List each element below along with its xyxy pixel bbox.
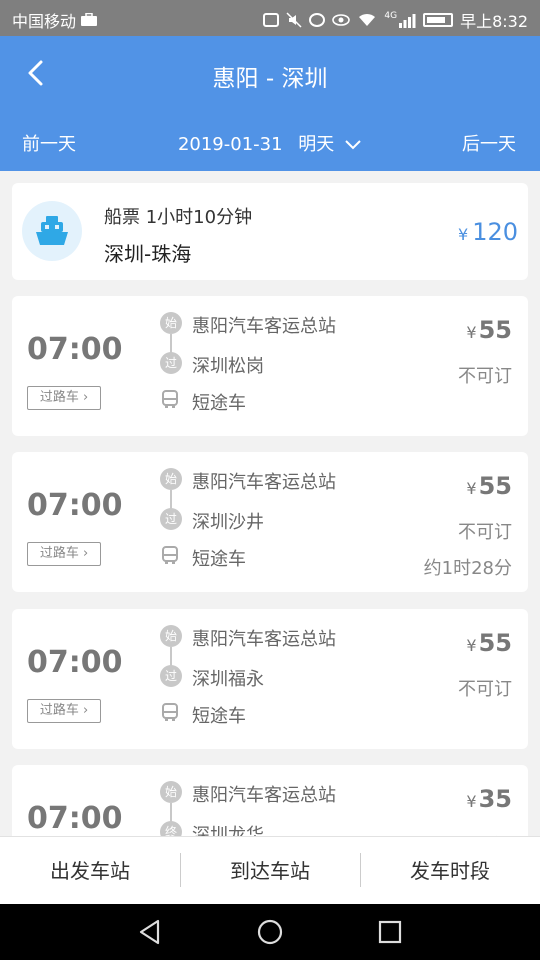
ferry-price: ¥120 [458,218,518,246]
trip-price-value: 55 [478,629,512,657]
ferry-icon-wrap [22,201,82,261]
departure-time: 07:00 [27,488,123,523]
wifi-icon [359,13,376,26]
ferry-price-value: 120 [472,218,518,246]
trip-price-value: 35 [478,785,512,813]
via-marker: 过 [160,665,182,687]
header: 惠阳 - 深圳 前一天 2019-01-31 明天 后一天 [0,36,540,171]
departure-time: 07:00 [27,332,123,367]
currency-symbol: ¥ [458,225,469,244]
date-value: 2019-01-31 [177,134,283,155]
chevron-right-icon: › [78,703,89,718]
via-marker: 过 [160,352,182,374]
system-nav-bar [0,904,540,960]
start-marker: 始 [160,468,182,490]
filter-bar: 出发车站 到达车站 发车时段 [0,836,540,904]
date-bar: 前一天 2019-01-31 明天 后一天 [0,130,540,160]
bus-icon [162,546,178,564]
battery-icon [423,13,454,27]
pass-through-tag: 过路车 › [27,699,101,723]
start-station: 惠阳汽车客运总站 [192,629,336,650]
via-station: 深圳福永 [192,669,264,690]
status-bar: 中国移动 4G 早上8:32 [0,0,540,36]
home-circle-icon[interactable] [256,918,284,946]
via-station: 深圳松岗 [192,356,264,377]
start-marker: 始 [160,625,182,647]
ferry-label: 船票 1小时10分钟 [104,207,253,228]
date-selector[interactable]: 2019-01-31 明天 [0,130,540,156]
carrier-group: 中国移动 [12,8,98,32]
status-icons: 4G 早上8:32 [263,8,528,32]
back-triangle-icon[interactable] [136,918,164,946]
chevron-down-icon [345,140,361,150]
start-station: 惠阳汽车客运总站 [192,785,336,806]
start-station: 惠阳汽车客运总站 [192,472,336,493]
tag-label: 过路车 [39,546,79,561]
status-time: 早上8:32 [460,12,528,31]
next-day-button[interactable]: 后一天 [462,130,516,156]
departure-time-filter[interactable]: 发车时段 [360,837,540,905]
tag-label: 过路车 [39,390,79,405]
trip-price: ¥35 [466,785,512,813]
chevron-right-icon: › [78,390,89,405]
start-marker: 始 [160,781,182,803]
ferry-ticket-card[interactable]: 船票 1小时10分钟 深圳-珠海 ¥120 [12,183,528,280]
day-label: 明天 [298,134,335,155]
nfc-icon [263,13,280,27]
recents-square-icon[interactable] [376,918,404,946]
currency-symbol: ¥ [466,323,477,342]
booking-status: 不可订 [458,366,512,387]
currency-symbol: ¥ [466,479,477,498]
booking-status: 不可订 [458,679,512,700]
carrier-name: 中国移动 [12,12,77,31]
start-station: 惠阳汽车客运总站 [192,316,336,337]
chevron-right-icon: › [78,546,89,561]
arrival-station-filter[interactable]: 到达车站 [180,837,360,905]
pass-through-tag: 过路车 › [27,386,101,410]
bus-type: 短途车 [192,706,246,727]
trip-price: ¥55 [466,629,512,657]
trip-price: ¥55 [466,316,512,344]
tag-label: 过路车 [39,703,79,718]
currency-symbol: ¥ [466,636,477,655]
booking-status: 不可订 [458,522,512,543]
ferry-route: 深圳-珠海 [104,242,192,266]
eye-icon [332,14,351,26]
pass-through-tag: 过路车 › [27,542,101,566]
signal-icon [399,13,416,28]
trip-card[interactable]: 07:00 过路车 › 始 过 惠阳汽车客运总站 深圳福永 短途车 ¥55 不可… [12,609,528,749]
trip-price-value: 55 [478,472,512,500]
departure-time: 07:00 [27,801,123,836]
departure-station-filter[interactable]: 出发车站 [0,837,180,905]
trip-duration: 约1时28分 [423,558,512,579]
page-title: 惠阳 - 深圳 [212,66,328,92]
bus-icon [162,390,178,408]
ship-icon [36,216,68,245]
bus-type: 短途车 [192,549,246,570]
trip-card[interactable]: 07:00 过路车 › 始 过 惠阳汽车客运总站 深圳松岗 短途车 ¥55 不可… [12,296,528,436]
trip-price-value: 55 [478,316,512,344]
trip-card[interactable]: 07:00 过路车 › 始 过 惠阳汽车客运总站 深圳沙井 短途车 ¥55 不可… [12,452,528,592]
via-station: 深圳沙井 [192,512,264,533]
bus-type: 短途车 [192,393,246,414]
via-marker: 过 [160,508,182,530]
alarm-icon [309,13,326,27]
briefcase-icon [81,13,98,26]
departure-time: 07:00 [27,645,123,680]
currency-symbol: ¥ [466,792,477,811]
mute-icon [286,12,302,28]
network-type: 4G [384,11,398,21]
bus-icon [162,703,178,721]
start-marker: 始 [160,312,182,334]
trip-price: ¥55 [466,472,512,500]
